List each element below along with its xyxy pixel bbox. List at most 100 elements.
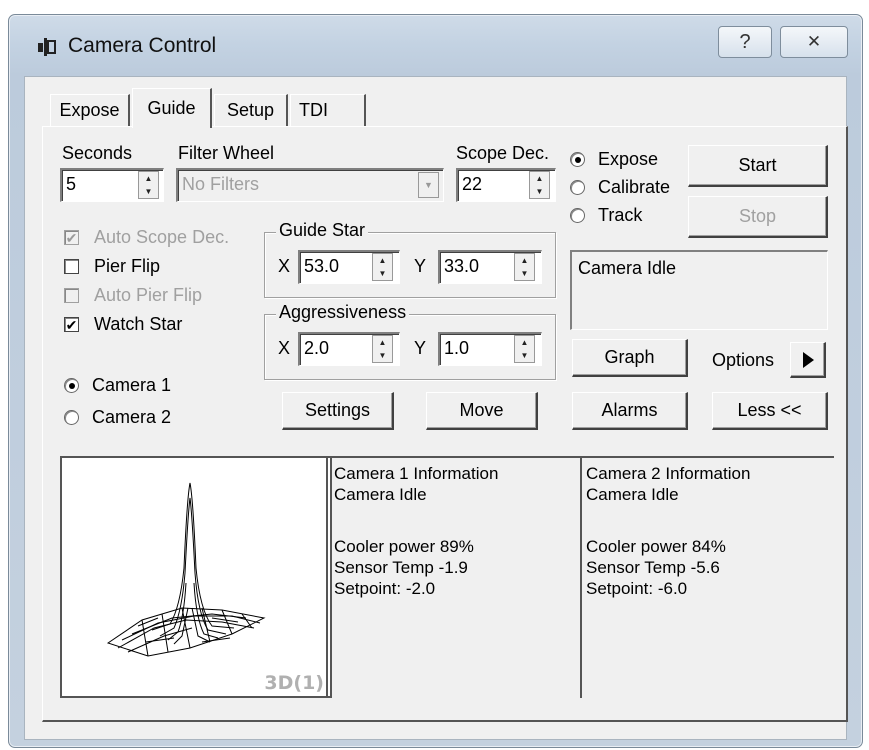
scope-dec-spinner[interactable]: ▲ ▼ xyxy=(529,171,550,199)
tab-setup[interactable]: Setup xyxy=(214,94,288,126)
seconds-value: 5 xyxy=(66,174,77,194)
stop-button[interactable]: Stop xyxy=(688,196,828,238)
close-icon: ✕ xyxy=(806,32,822,51)
guide-star-y-label: Y xyxy=(414,256,427,276)
spin-down-icon[interactable]: ▼ xyxy=(373,349,392,362)
plot-label: 3D(1) xyxy=(264,672,324,694)
spin-down-icon[interactable]: ▼ xyxy=(530,185,549,198)
camera-1-cooler: Cooler power 89% xyxy=(334,537,474,556)
spin-up-icon[interactable]: ▲ xyxy=(515,254,534,267)
camera-1-info-panel: Camera 1 Information Camera Idle Cooler … xyxy=(326,456,584,698)
status-text: Camera Idle xyxy=(578,258,677,278)
less-button[interactable]: Less << xyxy=(712,392,828,430)
aggr-y-value: 1.0 xyxy=(444,338,470,358)
watch-star-label: Watch Star xyxy=(94,314,183,334)
camera-1-setpoint: Setpoint: -2.0 xyxy=(334,579,436,598)
guide-star-x-label: X xyxy=(278,256,291,276)
aggr-x-spinner[interactable]: ▲ ▼ xyxy=(372,335,393,363)
camera-1-info-title: Camera 1 Information xyxy=(334,464,499,483)
guide-star-y-value: 33.0 xyxy=(444,256,480,276)
guide-star-y-spinner[interactable]: ▲ ▼ xyxy=(514,253,535,281)
camera-2-status: Camera Idle xyxy=(586,485,679,504)
aggr-x-label: X xyxy=(278,338,291,358)
help-button[interactable]: ? xyxy=(718,26,772,58)
spin-up-icon[interactable]: ▲ xyxy=(139,172,158,185)
triangle-right-icon xyxy=(802,351,814,368)
filter-wheel-value: No Filters xyxy=(182,174,260,194)
camera-1-sensor: Sensor Temp -1.9 xyxy=(334,558,468,577)
mode-calibrate-label: Calibrate xyxy=(598,177,671,197)
guide-star-title: Guide Star xyxy=(276,220,369,241)
spin-down-icon[interactable]: ▼ xyxy=(515,349,534,362)
options-expand-button[interactable] xyxy=(790,342,826,378)
options-label: Options xyxy=(712,350,775,370)
status-box: Camera Idle xyxy=(570,250,828,330)
camera-2-label: Camera 2 xyxy=(92,407,172,427)
mode-track-radio[interactable] xyxy=(570,208,585,223)
tab-tdi-label: TDI xyxy=(299,100,328,120)
chevron-down-icon[interactable]: ▼ xyxy=(418,172,439,198)
tab-guide[interactable]: Guide xyxy=(132,88,212,128)
filter-wheel-select[interactable]: No Filters xyxy=(176,168,444,202)
pier-flip-label: Pier Flip xyxy=(94,256,161,276)
pier-flip-checkbox[interactable] xyxy=(64,259,79,274)
watch-star-checkbox[interactable]: ✔ xyxy=(64,317,79,332)
mode-expose-radio[interactable] xyxy=(570,152,585,167)
spin-up-icon[interactable]: ▲ xyxy=(373,336,392,349)
camera-1-label: Camera 1 xyxy=(92,375,172,395)
spin-down-icon[interactable]: ▼ xyxy=(515,267,534,280)
graph-label: Graph xyxy=(604,347,655,367)
mode-track-label: Track xyxy=(598,205,643,225)
auto-scope-dec-label: Auto Scope Dec. xyxy=(94,227,230,247)
help-icon: ? xyxy=(739,30,751,53)
guide-star-x-value: 53.0 xyxy=(304,256,340,276)
move-button[interactable]: Move xyxy=(426,392,538,430)
star-profile-3d-graphic xyxy=(106,482,266,657)
spin-up-icon[interactable]: ▲ xyxy=(530,172,549,185)
auto-scope-dec-checkbox[interactable]: ✔ xyxy=(64,230,79,245)
camera-1-status: Camera Idle xyxy=(334,485,427,504)
aggr-y-label: Y xyxy=(414,338,427,358)
camera-2-sensor: Sensor Temp -5.6 xyxy=(586,558,720,577)
aggr-y-spinner[interactable]: ▲ ▼ xyxy=(514,335,535,363)
spin-up-icon[interactable]: ▲ xyxy=(515,336,534,349)
alarms-button[interactable]: Alarms xyxy=(572,392,688,430)
spin-down-icon[interactable]: ▼ xyxy=(373,267,392,280)
auto-pier-flip-label: Auto Pier Flip xyxy=(94,285,203,305)
camera-1-radio[interactable] xyxy=(64,378,79,393)
spin-down-icon[interactable]: ▼ xyxy=(139,185,158,198)
tab-tdi[interactable]: TDI xyxy=(290,94,366,126)
camera-2-setpoint: Setpoint: -6.0 xyxy=(586,579,688,598)
graph-button[interactable]: Graph xyxy=(572,339,688,377)
seconds-label: Seconds xyxy=(62,143,133,163)
camera-2-info-panel: Camera 2 Information Camera Idle Cooler … xyxy=(580,456,834,698)
filter-wheel-label: Filter Wheel xyxy=(178,143,275,163)
seconds-spinner[interactable]: ▲ ▼ xyxy=(138,171,159,199)
aggressiveness-title: Aggressiveness xyxy=(276,302,410,323)
mode-expose-label: Expose xyxy=(598,149,659,169)
start-button[interactable]: Start xyxy=(688,145,828,187)
tab-expose[interactable]: Expose xyxy=(50,94,130,126)
less-label: Less << xyxy=(737,400,802,420)
aggr-x-value: 2.0 xyxy=(304,338,330,358)
mode-calibrate-radio[interactable] xyxy=(570,180,585,195)
camera-2-radio[interactable] xyxy=(64,410,79,425)
tab-setup-label: Setup xyxy=(226,100,275,120)
camera-2-cooler: Cooler power 84% xyxy=(586,537,726,556)
app-icon xyxy=(38,38,56,56)
camera-2-info-title: Camera 2 Information xyxy=(586,464,751,483)
tab-guide-label: Guide xyxy=(147,98,196,118)
alarms-label: Alarms xyxy=(601,400,658,420)
star-profile-plot: 3D(1) xyxy=(60,456,332,698)
scope-dec-value: 22 xyxy=(462,174,483,194)
spin-up-icon[interactable]: ▲ xyxy=(373,254,392,267)
window-title: Camera Control xyxy=(68,34,217,57)
scope-dec-label: Scope Dec. xyxy=(456,143,550,163)
tab-expose-label: Expose xyxy=(59,100,120,120)
settings-button[interactable]: Settings xyxy=(282,392,394,430)
guide-star-x-spinner[interactable]: ▲ ▼ xyxy=(372,253,393,281)
close-button[interactable]: ✕ xyxy=(780,26,848,58)
move-label: Move xyxy=(459,400,504,420)
start-label: Start xyxy=(738,155,777,175)
auto-pier-flip-checkbox[interactable] xyxy=(64,288,79,303)
